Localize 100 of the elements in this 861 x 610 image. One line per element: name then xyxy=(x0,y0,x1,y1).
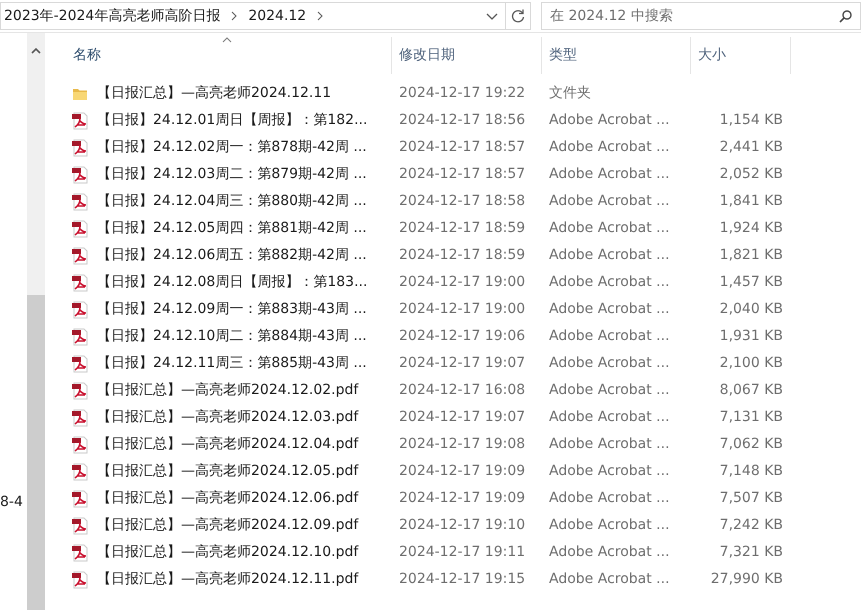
modified-date: 2024-12-17 19:10 xyxy=(398,516,526,535)
modified-date: 2024-12-17 18:59 xyxy=(398,246,526,265)
file-size: 1,841 KB xyxy=(720,192,783,211)
file-type: Adobe Acrobat ... xyxy=(548,165,671,184)
column-header[interactable]: 类型 xyxy=(549,45,577,66)
file-name[interactable]: 【日报】24.12.11周三：第885期-43周 ... xyxy=(97,353,367,374)
file-type: Adobe Acrobat ... xyxy=(548,111,671,130)
modified-date: 2024-12-17 18:58 xyxy=(398,192,526,211)
modified-date: 2024-12-17 19:11 xyxy=(398,543,526,562)
pdf-file-icon xyxy=(72,408,88,426)
file-name[interactable]: 【日报汇总】—高亮老师2024.12.11 xyxy=(97,83,332,104)
file-name[interactable]: 【日报汇总】—高亮老师2024.12.11.pdf xyxy=(97,569,358,590)
modified-date: 2024-12-17 19:00 xyxy=(398,300,526,319)
file-name[interactable]: 【日报】24.12.06周五：第882期-42周 ... xyxy=(97,245,367,266)
file-name[interactable]: 【日报汇总】—高亮老师2024.12.04.pdf xyxy=(97,434,358,455)
file-name[interactable]: 【日报】24.12.10周二：第884期-43周 ... xyxy=(97,326,367,347)
pdf-file-icon xyxy=(72,112,88,130)
modified-date: 2024-12-17 19:22 xyxy=(398,84,526,103)
modified-date: 2024-12-17 19:07 xyxy=(398,408,526,427)
scrollbar-thumb[interactable] xyxy=(27,295,45,610)
file-type: Adobe Acrobat ... xyxy=(548,327,671,346)
file-name[interactable]: 【日报】24.12.04周三：第880期-42周 ... xyxy=(97,191,367,212)
scrollbar[interactable] xyxy=(27,33,45,610)
file-name[interactable]: 【日报汇总】—高亮老师2024.12.02.pdf xyxy=(97,380,358,401)
file-size: 7,062 KB xyxy=(720,435,783,454)
pdf-file-icon xyxy=(72,490,88,508)
file-size: 2,040 KB xyxy=(720,300,783,319)
modified-date: 2024-12-17 19:15 xyxy=(398,570,526,589)
pdf-file-icon xyxy=(72,246,88,264)
pdf-file-icon xyxy=(72,570,88,588)
file-size: 1,457 KB xyxy=(720,273,783,292)
file-name[interactable]: 【日报】24.12.09周一：第883期-43周 ... xyxy=(97,299,367,320)
file-size: 2,100 KB xyxy=(720,354,783,373)
file-type: 文件夹 xyxy=(548,84,592,103)
file-size: 2,441 KB xyxy=(720,138,783,157)
search-field[interactable]: 在 2024.12 中搜索 xyxy=(541,2,861,30)
file-name[interactable]: 【日报汇总】—高亮老师2024.12.05.pdf xyxy=(97,461,358,482)
file-type: Adobe Acrobat ... xyxy=(548,300,671,319)
file-size: 7,507 KB xyxy=(720,489,783,508)
file-size: 8,067 KB xyxy=(720,381,783,400)
modified-date: 2024-12-17 16:08 xyxy=(398,381,526,400)
modified-date: 2024-12-17 19:00 xyxy=(398,273,526,292)
chevron-right-icon[interactable] xyxy=(315,10,326,22)
pdf-file-icon xyxy=(72,274,88,292)
file-name[interactable]: 【日报】24.12.03周二：第879期-42周 ... xyxy=(97,164,367,185)
pdf-file-icon xyxy=(72,166,88,184)
file-type: Adobe Acrobat ... xyxy=(548,192,671,211)
modified-date: 2024-12-17 19:09 xyxy=(398,489,526,508)
file-type: Adobe Acrobat ... xyxy=(548,273,671,292)
file-type: Adobe Acrobat ... xyxy=(548,543,671,562)
column-header[interactable]: 名称 xyxy=(73,45,101,66)
address-bar[interactable]: 2023年-2024年高亮老师高阶日报 2024.12 xyxy=(0,2,531,30)
pdf-file-icon xyxy=(72,516,88,534)
breadcrumb-item[interactable]: 2023年-2024年高亮老师高阶日报 xyxy=(1,6,224,26)
modified-date: 2024-12-17 19:08 xyxy=(398,435,526,454)
column-header[interactable]: 修改日期 xyxy=(399,45,455,66)
modified-date: 2024-12-17 19:06 xyxy=(398,327,526,346)
file-size: 2,052 KB xyxy=(720,165,783,184)
file-name[interactable]: 【日报汇总】—高亮老师2024.12.09.pdf xyxy=(97,515,358,536)
modified-date: 2024-12-17 18:56 xyxy=(398,111,526,130)
search-icon[interactable] xyxy=(839,9,853,23)
file-name[interactable]: 【日报】24.12.05周四：第881期-42周 ... xyxy=(97,218,367,239)
modified-date: 2024-12-17 18:57 xyxy=(398,165,526,184)
file-type: Adobe Acrobat ... xyxy=(548,516,671,535)
modified-date: 2024-12-17 19:09 xyxy=(398,462,526,481)
sort-ascending-icon xyxy=(222,37,232,43)
pdf-file-icon xyxy=(72,462,88,480)
modified-date: 2024-12-17 19:07 xyxy=(398,354,526,373)
file-type: Adobe Acrobat ... xyxy=(548,354,671,373)
refresh-icon[interactable] xyxy=(510,8,526,24)
file-size: 7,148 KB xyxy=(720,462,783,481)
file-name[interactable]: 【日报】24.12.02周一：第878期-42周 ... xyxy=(97,137,367,158)
file-type: Adobe Acrobat ... xyxy=(548,570,671,589)
file-size: 1,924 KB xyxy=(720,219,783,238)
pdf-file-icon xyxy=(72,544,88,562)
file-name[interactable]: 【日报】24.12.01周日【周报】：第182... xyxy=(97,110,368,131)
pdf-file-icon xyxy=(72,138,88,156)
pdf-file-icon xyxy=(72,354,88,372)
file-name[interactable]: 【日报汇总】—高亮老师2024.12.06.pdf xyxy=(97,488,358,509)
chevron-right-icon[interactable] xyxy=(229,10,240,22)
file-size: 1,154 KB xyxy=(720,111,783,130)
column-header[interactable]: 大小 xyxy=(698,45,726,66)
file-name[interactable]: 【日报】24.12.08周日【周报】：第183... xyxy=(97,272,368,293)
pdf-file-icon xyxy=(72,220,88,238)
file-type: Adobe Acrobat ... xyxy=(548,138,671,157)
pdf-file-icon xyxy=(72,300,88,318)
file-size: 7,321 KB xyxy=(720,543,783,562)
pdf-file-icon xyxy=(72,328,88,346)
file-size: 27,990 KB xyxy=(710,570,783,589)
pdf-file-icon xyxy=(72,382,88,400)
file-type: Adobe Acrobat ... xyxy=(548,435,671,454)
file-size: 7,242 KB xyxy=(720,516,783,535)
file-type: Adobe Acrobat ... xyxy=(548,246,671,265)
navigation-item[interactable]: 8-4 xyxy=(0,492,27,513)
file-name[interactable]: 【日报汇总】—高亮老师2024.12.10.pdf xyxy=(97,542,358,563)
file-name[interactable]: 【日报汇总】—高亮老师2024.12.03.pdf xyxy=(97,407,358,428)
pdf-file-icon xyxy=(72,436,88,454)
modified-date: 2024-12-17 18:57 xyxy=(398,138,526,157)
file-type: Adobe Acrobat ... xyxy=(548,219,671,238)
breadcrumb-item[interactable]: 2024.12 xyxy=(245,6,310,26)
